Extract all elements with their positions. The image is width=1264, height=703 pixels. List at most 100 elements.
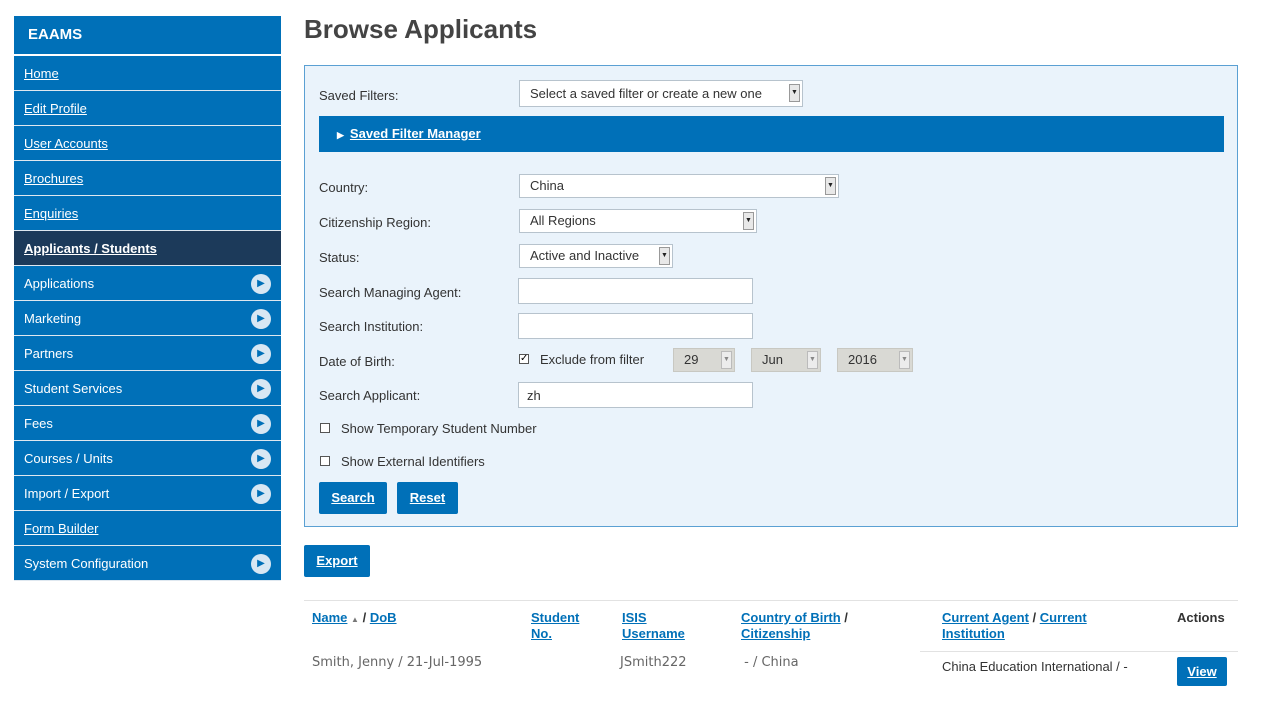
- saved-filter-manager-label: Saved Filter Manager: [349, 126, 481, 141]
- dob-month-select[interactable]: Jun ▼: [751, 348, 821, 372]
- header-actions: Actions: [1177, 610, 1225, 625]
- view-button[interactable]: View: [1177, 657, 1227, 686]
- status-select[interactable]: Active and Inactive ▼: [519, 244, 673, 268]
- export-button[interactable]: Export: [304, 545, 370, 577]
- header-student-no-line1: Student: [531, 610, 580, 625]
- sidebar-item-label: User Accounts: [24, 136, 108, 151]
- sidebar-item-form-builder[interactable]: Form Builder: [14, 511, 281, 546]
- circle-arrow-right-icon[interactable]: ▶: [251, 554, 271, 574]
- header-isis-line2: Username: [622, 626, 685, 641]
- sidebar-item-system-configuration[interactable]: System Configuration ▶: [14, 546, 281, 581]
- sort-by-citizenship-link[interactable]: Citizenship: [741, 626, 810, 641]
- header-separator: /: [1028, 610, 1040, 625]
- header-student-no-line2: No.: [531, 626, 552, 641]
- dob-label: Date of Birth:: [319, 354, 395, 369]
- sidebar-item-label: Enquiries: [24, 206, 79, 221]
- sidebar-item-label: Applicants / Students: [24, 241, 157, 256]
- dob-year-select[interactable]: 2016 ▼: [837, 348, 913, 372]
- header-isis-line1: ISIS: [622, 610, 647, 625]
- search-applicant-label: Search Applicant:: [319, 388, 421, 403]
- circle-arrow-right-icon[interactable]: ▶: [251, 449, 271, 469]
- cell-agent-institution: China Education International / -: [942, 659, 1128, 674]
- dob-year-value: 2016: [848, 352, 877, 367]
- country-label: Country:: [319, 180, 369, 195]
- sidebar-item-label: Brochures: [24, 171, 84, 186]
- app-title: EAAMS: [14, 16, 281, 56]
- country-value: China: [530, 178, 564, 193]
- header-name-dob: Name ▲ / DoB: [312, 610, 397, 628]
- sort-by-country-of-birth-link[interactable]: Country of Birth: [741, 610, 841, 625]
- chevron-down-icon: ▼: [659, 247, 670, 265]
- dob-day-select[interactable]: 29 ▼: [673, 348, 735, 372]
- citizenship-region-label: Citizenship Region:: [319, 215, 432, 230]
- status-value: Active and Inactive: [530, 248, 640, 263]
- dob-day-value: 29: [684, 352, 699, 367]
- sort-by-name-link[interactable]: Name: [312, 610, 347, 625]
- row-divider: [920, 651, 1238, 652]
- saved-filters-select[interactable]: Select a saved filter or create a new on…: [519, 80, 803, 107]
- chevron-down-icon: ▼: [899, 351, 910, 369]
- caret-right-icon: ▶: [337, 130, 344, 140]
- reset-button[interactable]: Reset: [397, 482, 458, 514]
- dob-month-value: Jun: [762, 352, 783, 367]
- sidebar-item-label: Courses / Units: [24, 451, 113, 466]
- circle-arrow-right-icon[interactable]: ▶: [251, 274, 271, 294]
- search-applicant-input[interactable]: [518, 382, 753, 408]
- sidebar-item-applications[interactable]: Applications ▶: [14, 266, 281, 301]
- circle-arrow-right-icon[interactable]: ▶: [251, 309, 271, 329]
- circle-arrow-right-icon[interactable]: ▶: [251, 379, 271, 399]
- country-select[interactable]: China ▼: [519, 174, 839, 198]
- chevron-down-icon: ▼: [825, 177, 836, 195]
- sort-by-institution-link[interactable]: Current: [1040, 610, 1087, 625]
- sidebar-item-edit-profile[interactable]: Edit Profile: [14, 91, 281, 126]
- cell-name-dob: Smith, Jenny / 21-Jul-1995: [312, 655, 483, 670]
- sidebar-item-label: Edit Profile: [24, 101, 87, 116]
- circle-arrow-right-icon[interactable]: ▶: [251, 484, 271, 504]
- header-isis-username[interactable]: ISIS Username: [622, 610, 685, 642]
- saved-filter-manager-toggle[interactable]: ▶ Saved Filter Manager: [319, 116, 1224, 152]
- saved-filters-label: Saved Filters:: [319, 88, 399, 103]
- sidebar-item-enquiries[interactable]: Enquiries: [14, 196, 281, 231]
- cell-isis-username: JSmith222: [620, 655, 687, 670]
- sidebar-nav: EAAMS Home Edit Profile User Accounts Broch…: [14, 16, 281, 581]
- chevron-down-icon: ▼: [721, 351, 732, 369]
- chevron-down-icon: ▼: [807, 351, 818, 369]
- header-separator: /: [840, 610, 848, 625]
- sidebar-item-fees[interactable]: Fees ▶: [14, 406, 281, 441]
- sidebar-item-user-accounts[interactable]: User Accounts: [14, 126, 281, 161]
- sidebar-item-home[interactable]: Home: [14, 56, 281, 91]
- citizenship-region-value: All Regions: [530, 213, 596, 228]
- managing-agent-input[interactable]: [518, 278, 753, 304]
- citizenship-region-select[interactable]: All Regions ▼: [519, 209, 757, 233]
- circle-arrow-right-icon[interactable]: ▶: [251, 414, 271, 434]
- header-separator: /: [358, 610, 370, 625]
- page-title: Browse Applicants: [304, 14, 538, 44]
- header-student-no[interactable]: Student No.: [531, 610, 579, 642]
- sort-by-dob-link[interactable]: DoB: [370, 610, 397, 625]
- sidebar-item-student-services[interactable]: Student Services ▶: [14, 371, 281, 406]
- sidebar-item-partners[interactable]: Partners ▶: [14, 336, 281, 371]
- chevron-down-icon: ▼: [789, 84, 800, 102]
- sidebar-item-brochures[interactable]: Brochures: [14, 161, 281, 196]
- temp-number-checkbox[interactable]: [320, 423, 330, 433]
- sort-ascending-icon: ▲: [351, 615, 359, 624]
- status-label: Status:: [319, 250, 360, 265]
- dob-exclude-checkbox[interactable]: ✓: [519, 354, 529, 364]
- header-agent-institution: Current Agent / Current Institution: [942, 610, 1087, 642]
- sidebar-item-label: Marketing: [24, 311, 82, 326]
- cell-country: - / China: [740, 655, 799, 670]
- institution-label: Search Institution:: [319, 319, 424, 334]
- search-button[interactable]: Search: [319, 482, 387, 514]
- sort-by-agent-link[interactable]: Current Agent: [942, 610, 1029, 625]
- external-ids-checkbox[interactable]: [320, 456, 330, 466]
- sidebar-item-applicants-students[interactable]: Applicants / Students: [14, 231, 281, 266]
- filter-panel: Saved Filters: Select a saved filter or …: [304, 65, 1238, 527]
- sidebar-item-label: Fees: [24, 416, 53, 431]
- managing-agent-label: Search Managing Agent:: [319, 285, 462, 300]
- institution-input[interactable]: [518, 313, 753, 339]
- sort-by-institution-link-2[interactable]: Institution: [942, 626, 1005, 641]
- sidebar-item-import-export[interactable]: Import / Export ▶: [14, 476, 281, 511]
- sidebar-item-marketing[interactable]: Marketing ▶: [14, 301, 281, 336]
- circle-arrow-right-icon[interactable]: ▶: [251, 344, 271, 364]
- sidebar-item-courses-units[interactable]: Courses / Units ▶: [14, 441, 281, 476]
